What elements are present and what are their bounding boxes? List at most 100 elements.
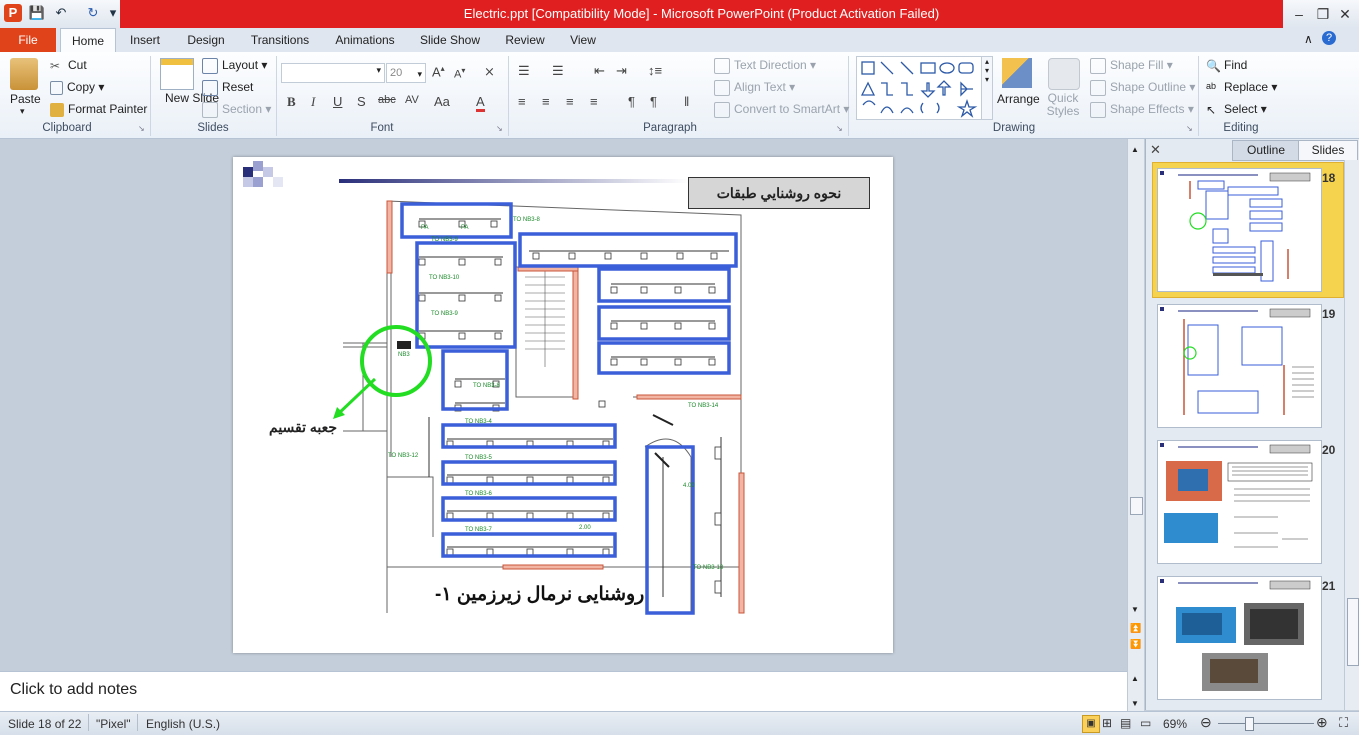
decrease-indent-icon[interactable]: ⇤ (594, 63, 605, 79)
reset-button[interactable]: Reset (202, 80, 253, 96)
text-direction-button[interactable]: Text Direction ▾ (714, 58, 816, 74)
align-left-icon[interactable]: ≡ (518, 94, 526, 109)
floor-plan-caption[interactable]: روشنایی نرمال زیرزمین ۱- (435, 583, 644, 606)
slide-title[interactable]: نحوه روشنايي طبقات (688, 177, 870, 209)
layout-button[interactable]: Layout ▾ (202, 58, 267, 74)
tab-insert[interactable]: Insert (122, 28, 168, 52)
minimize-icon[interactable]: – (1290, 5, 1308, 23)
increase-indent-icon[interactable]: ⇥ (616, 63, 627, 79)
cut-button[interactable]: ✂ Cut (50, 58, 87, 73)
tab-home[interactable]: Home (60, 28, 116, 54)
clear-formatting-icon[interactable]: ⨯ (484, 64, 495, 80)
align-center-icon[interactable]: ≡ (542, 94, 550, 109)
help-icon[interactable]: ? (1322, 31, 1336, 45)
scroll-up-icon[interactable]: ▲ (1131, 145, 1139, 154)
tab-view[interactable]: View (562, 28, 604, 52)
tab-animations[interactable]: Animations (330, 28, 400, 52)
slide-show-icon[interactable]: ▭ (1140, 716, 1151, 730)
panel-scrollbar[interactable] (1344, 160, 1359, 710)
select-button[interactable]: ↖ Select ▾ (1206, 102, 1267, 117)
drawing-launcher-icon[interactable]: ↘ (1186, 124, 1193, 133)
slide-thumbnail-18[interactable] (1157, 168, 1322, 292)
powerpoint-app-icon[interactable]: P (4, 4, 22, 22)
paste-dropdown-icon[interactable]: ▾ (20, 106, 25, 117)
shapes-gallery-scroll[interactable]: ▴ ▾ ▾ (981, 56, 993, 120)
bullets-icon[interactable]: ☰ (518, 63, 530, 79)
fit-to-window-icon[interactable]: ⛶ (1339, 715, 1348, 731)
save-icon[interactable]: 💾 (28, 4, 46, 22)
grow-font-icon[interactable]: A▴ (432, 64, 445, 79)
paste-icon[interactable] (10, 58, 38, 90)
font-color-icon[interactable]: A (476, 94, 485, 112)
minimize-ribbon-icon[interactable]: ∧ (1304, 32, 1313, 46)
undo-icon[interactable]: ↶ (52, 4, 70, 22)
reading-view-icon[interactable]: ▤ (1120, 716, 1131, 730)
shape-fill-button[interactable]: Shape Fill ▾ (1090, 58, 1173, 74)
strikethrough-icon[interactable]: abc (378, 94, 396, 106)
tab-slides[interactable]: Slides (1298, 140, 1358, 161)
bold-icon[interactable]: B (287, 94, 296, 110)
notes-scrollbar[interactable]: ▲ ▼ (1127, 671, 1144, 711)
quick-styles-icon[interactable] (1048, 58, 1080, 90)
previous-slide-icon[interactable]: ⏫ (1130, 623, 1141, 634)
convert-smartart-button[interactable]: Convert to SmartArt ▾ (714, 102, 849, 118)
notes-placeholder[interactable]: Click to add notes (10, 681, 137, 699)
notes-scroll-down-icon[interactable]: ▼ (1131, 699, 1139, 708)
shape-outline-button[interactable]: Shape Outline ▾ (1090, 80, 1195, 96)
zoom-slider-track[interactable] (1218, 723, 1314, 724)
font-name-combo[interactable]: ▾ (281, 63, 385, 83)
tab-outline[interactable]: Outline (1232, 140, 1300, 161)
columns-icon[interactable]: ‖ (684, 94, 689, 109)
format-painter-button[interactable]: Format Painter (50, 102, 147, 117)
language-indicator[interactable]: English (U.S.) (146, 717, 220, 731)
character-spacing-icon[interactable]: AV (405, 94, 419, 106)
line-spacing-icon[interactable]: ↕≡ (648, 63, 662, 78)
change-case-icon[interactable]: Aa (434, 94, 450, 109)
justify-icon[interactable]: ≡ (590, 94, 598, 109)
slide-sorter-icon[interactable]: ⊞ (1102, 716, 1112, 730)
restore-icon[interactable]: ❐ (1314, 5, 1332, 23)
font-size-dropdown-icon[interactable]: ▾ (417, 65, 422, 83)
slide-thumbnail-21[interactable] (1157, 576, 1322, 700)
notes-pane[interactable]: Click to add notes (0, 671, 1127, 712)
numbering-icon[interactable]: ☰ (552, 63, 564, 79)
scroll-down-icon[interactable]: ▼ (1131, 605, 1139, 614)
shadow-icon[interactable]: S (357, 94, 366, 109)
scroll-thumb[interactable] (1130, 497, 1143, 515)
new-slide-button[interactable]: New Slide (165, 92, 219, 105)
copy-button[interactable]: Copy ▾ (50, 80, 104, 95)
rtl-icon[interactable]: ¶ (650, 94, 657, 109)
paste-button[interactable]: Paste (10, 92, 41, 106)
theme-name[interactable]: "Pixel" (96, 717, 131, 731)
font-size-combo[interactable]: 20 ▾ (386, 63, 426, 83)
ltr-icon[interactable]: ¶ (628, 94, 635, 109)
tab-design[interactable]: Design (180, 28, 232, 52)
distribution-box-label[interactable]: جعبه تقسیم (269, 419, 337, 436)
font-launcher-icon[interactable]: ↘ (496, 124, 503, 133)
arrange-button[interactable]: Arrange (997, 92, 1040, 106)
tab-review[interactable]: Review (500, 28, 550, 52)
normal-view-icon[interactable]: ▣ (1082, 715, 1100, 733)
tab-transitions[interactable]: Transitions (244, 28, 316, 52)
zoom-slider-thumb[interactable] (1245, 717, 1254, 731)
section-button[interactable]: Section ▾ (202, 102, 271, 118)
redo-icon[interactable]: ↻ (84, 4, 102, 22)
slide-thumbnail-19[interactable] (1157, 304, 1322, 428)
slide-thumbnail-20[interactable] (1157, 440, 1322, 564)
italic-icon[interactable]: I (311, 94, 315, 110)
slide-canvas[interactable]: TO NB3-8 TO NB3-9 TO NB3-10 TO NB3-9 TO NB3… (233, 157, 893, 653)
quick-styles-button[interactable]: Quick Styles (1043, 92, 1083, 118)
tab-slide-show[interactable]: Slide Show (414, 28, 486, 52)
replace-button[interactable]: ab Replace ▾ (1206, 80, 1277, 95)
zoom-out-icon[interactable]: ⊖ (1200, 714, 1212, 731)
font-name-dropdown-icon[interactable]: ▾ (376, 65, 381, 76)
shapes-gallery[interactable] (856, 56, 982, 120)
close-icon[interactable]: ✕ (1336, 5, 1354, 23)
next-slide-icon[interactable]: ⏬ (1130, 639, 1141, 650)
clipboard-launcher-icon[interactable]: ↘ (138, 124, 145, 133)
notes-scroll-up-icon[interactable]: ▲ (1131, 674, 1139, 683)
align-right-icon[interactable]: ≡ (566, 94, 574, 109)
editor-vertical-scrollbar[interactable]: ▲ ▼ ⏫ ⏬ (1127, 139, 1144, 671)
new-slide-icon[interactable] (160, 58, 194, 90)
panel-scroll-thumb[interactable] (1347, 598, 1359, 666)
